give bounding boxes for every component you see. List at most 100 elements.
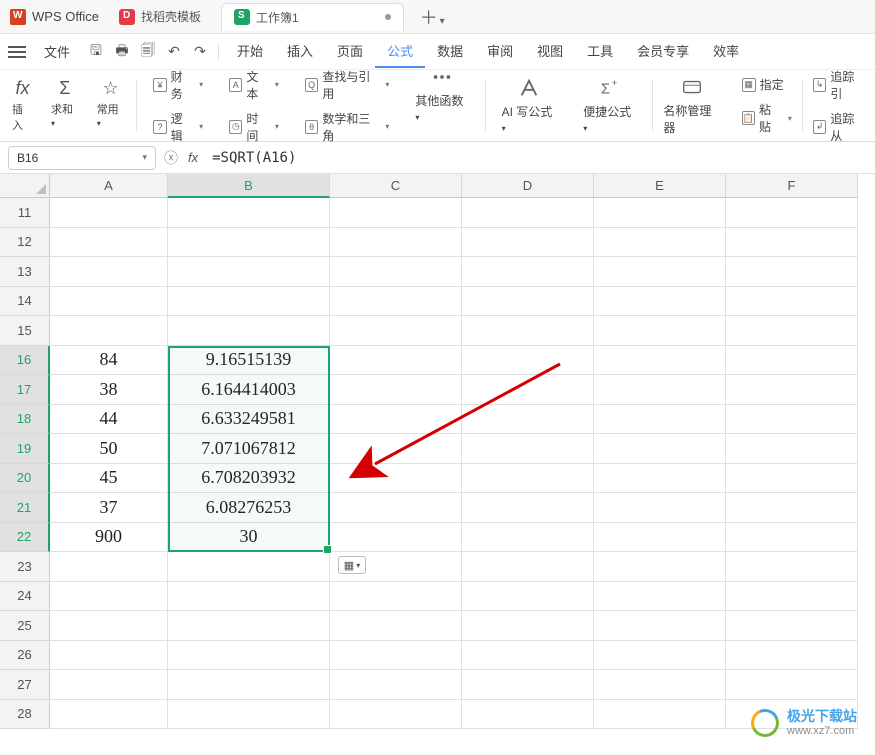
cell-C17[interactable] [330, 375, 462, 405]
cell-B19[interactable]: 7.071067812 [168, 434, 330, 464]
cell-D14[interactable] [462, 287, 594, 317]
fx-icon[interactable]: fx [188, 150, 198, 165]
cell-F27[interactable] [726, 670, 858, 700]
cell-E17[interactable] [594, 375, 726, 405]
cell-A17[interactable]: 38 [50, 375, 168, 405]
cell-C20[interactable] [330, 464, 462, 494]
ribbon-ai[interactable]: AI 写公式 ▾ [492, 75, 568, 136]
col-head-E[interactable]: E [594, 174, 726, 198]
cell-B13[interactable] [168, 257, 330, 287]
ribbon-sum[interactable]: Σ求和 ▾ [45, 76, 85, 135]
cell-E27[interactable] [594, 670, 726, 700]
print-icon[interactable]: 🖶 [110, 40, 134, 64]
redo-icon[interactable]: ↷ [188, 40, 212, 64]
ribbon-specify[interactable]: ▦指定 [738, 74, 796, 95]
cell-A18[interactable]: 44 [50, 405, 168, 435]
cell-F24[interactable] [726, 582, 858, 612]
cell-A24[interactable] [50, 582, 168, 612]
ribbon-lookup[interactable]: Q查找与引用▾ [301, 66, 393, 104]
col-head-D[interactable]: D [462, 174, 594, 198]
ribbon-text[interactable]: A文本▾ [225, 66, 283, 104]
cell-D18[interactable] [462, 405, 594, 435]
cell-E24[interactable] [594, 582, 726, 612]
cell-B16[interactable]: 9.16515139 [168, 346, 330, 376]
cell-D17[interactable] [462, 375, 594, 405]
cell-A25[interactable] [50, 611, 168, 641]
formula-input[interactable]: =SQRT(A16) [208, 148, 867, 168]
cell-C21[interactable] [330, 493, 462, 523]
menu-效率[interactable]: 效率 [701, 35, 751, 68]
cell-D12[interactable] [462, 228, 594, 258]
ribbon-logic[interactable]: ?逻辑▾ [149, 108, 207, 146]
cell-D22[interactable] [462, 523, 594, 553]
cell-C13[interactable] [330, 257, 462, 287]
ribbon-trace-dependents[interactable]: ↲追踪从 [809, 108, 869, 146]
cell-C12[interactable] [330, 228, 462, 258]
cell-E28[interactable] [594, 700, 726, 730]
cell-F18[interactable] [726, 405, 858, 435]
cell-B11[interactable] [168, 198, 330, 228]
cell-C14[interactable] [330, 287, 462, 317]
row-head-18[interactable]: 18 [0, 405, 50, 435]
ribbon-name-manager[interactable]: 名称管理器 [653, 74, 731, 138]
cell-B20[interactable]: 6.708203932 [168, 464, 330, 494]
cell-A20[interactable]: 45 [50, 464, 168, 494]
cell-F11[interactable] [726, 198, 858, 228]
cell-A21[interactable]: 37 [50, 493, 168, 523]
cell-B24[interactable] [168, 582, 330, 612]
menu-会员专享[interactable]: 会员专享 [625, 35, 701, 68]
cell-D11[interactable] [462, 198, 594, 228]
cell-B27[interactable] [168, 670, 330, 700]
ribbon-trace-precedents[interactable]: ↳追踪引 [809, 66, 869, 104]
row-head-26[interactable]: 26 [0, 641, 50, 671]
cell-D15[interactable] [462, 316, 594, 346]
cell-F15[interactable] [726, 316, 858, 346]
cell-C19[interactable] [330, 434, 462, 464]
cell-B14[interactable] [168, 287, 330, 317]
menu-工具[interactable]: 工具 [575, 35, 625, 68]
menu-视图[interactable]: 视图 [525, 35, 575, 68]
col-head-C[interactable]: C [330, 174, 462, 198]
row-head-16[interactable]: 16 [0, 346, 50, 376]
row-head-25[interactable]: 25 [0, 611, 50, 641]
menu-file[interactable]: 文件 [32, 36, 82, 67]
cell-A13[interactable] [50, 257, 168, 287]
ribbon-common[interactable]: ☆常用 ▾ [91, 76, 131, 135]
cell-A26[interactable] [50, 641, 168, 671]
cell-A22[interactable]: 900 [50, 523, 168, 553]
cell-D26[interactable] [462, 641, 594, 671]
cell-B12[interactable] [168, 228, 330, 258]
cell-E19[interactable] [594, 434, 726, 464]
preview-icon[interactable]: 🗐 [136, 40, 160, 64]
cell-A16[interactable]: 84 [50, 346, 168, 376]
row-head-21[interactable]: 21 [0, 493, 50, 523]
cell-C28[interactable] [330, 700, 462, 730]
cell-D27[interactable] [462, 670, 594, 700]
cell-D19[interactable] [462, 434, 594, 464]
cell-E13[interactable] [594, 257, 726, 287]
hamburger-icon[interactable] [8, 46, 26, 58]
tab-add-button[interactable]: ＋▾ [416, 4, 449, 30]
cell-A28[interactable] [50, 700, 168, 730]
cell-E26[interactable] [594, 641, 726, 671]
cell-D21[interactable] [462, 493, 594, 523]
cell-B23[interactable] [168, 552, 330, 582]
cell-C11[interactable] [330, 198, 462, 228]
cell-B22[interactable]: 30 [168, 523, 330, 553]
cell-C24[interactable] [330, 582, 462, 612]
cell-B28[interactable] [168, 700, 330, 730]
row-head-23[interactable]: 23 [0, 552, 50, 582]
cell-B26[interactable] [168, 641, 330, 671]
spreadsheet[interactable]: ABCDEF 111213141516171819202122232425262… [0, 174, 875, 755]
cell-grid[interactable]: 849.16515139386.164414003446.63324958150… [50, 198, 875, 755]
row-head-11[interactable]: 11 [0, 198, 50, 228]
cell-F19[interactable] [726, 434, 858, 464]
cell-E12[interactable] [594, 228, 726, 258]
col-head-B[interactable]: B [168, 174, 330, 198]
autofill-options-button[interactable]: ▦▾ [338, 556, 366, 574]
name-box[interactable]: B16 ▾ [8, 146, 156, 170]
cell-C25[interactable] [330, 611, 462, 641]
cell-C27[interactable] [330, 670, 462, 700]
cell-E25[interactable] [594, 611, 726, 641]
cell-A15[interactable] [50, 316, 168, 346]
